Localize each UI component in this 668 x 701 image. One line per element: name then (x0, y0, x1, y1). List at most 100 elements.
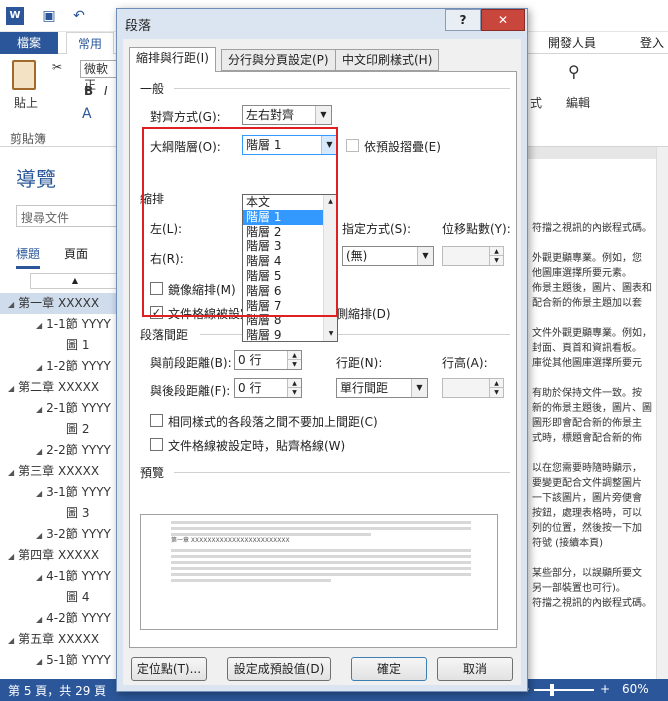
save-icon[interactable]: ▣ (40, 7, 58, 25)
line-spacing-select[interactable]: 單行間距 ▼ (336, 378, 428, 398)
ok-button[interactable]: 確定 (351, 657, 427, 681)
nav-heading-item[interactable]: ◢ 第四章 XXXXX (0, 545, 118, 566)
spin-down-icon[interactable]: ▼ (287, 360, 301, 369)
nav-heading-item[interactable]: 圖 1 (0, 335, 118, 356)
zoom-in-icon[interactable]: + (600, 682, 610, 696)
expand-triangle-icon[interactable]: ◢ (36, 321, 42, 330)
expand-triangle-icon[interactable]: ◢ (36, 405, 42, 414)
chevron-down-icon[interactable]: ▼ (321, 136, 337, 154)
document-page[interactable]: 符擋之視訊的內嵌程式碼。 外觀更顯專業。例如，您 他圖庫選擇所要元素。 佈景主題後，圖… (526, 159, 668, 679)
tab-home[interactable]: 常用 (66, 32, 114, 55)
alignment-select[interactable]: 左右對齊 ▼ (242, 105, 332, 125)
nav-heading-item[interactable]: ◢ 2-2節 YYYY (0, 440, 118, 461)
line-spacing-at-spinner[interactable]: ▲ ▼ (442, 378, 504, 398)
expand-triangle-icon[interactable]: ◢ (8, 636, 14, 645)
zoom-slider-thumb[interactable] (550, 684, 554, 696)
expand-triangle-icon[interactable]: ◢ (36, 531, 42, 540)
nav-heading-item[interactable]: ◢ 3-1節 YYYY (0, 482, 118, 503)
set-default-button[interactable]: 設定成預設值(D) (227, 657, 331, 681)
tab-developer[interactable]: 開發人員 (548, 32, 596, 54)
expand-triangle-icon[interactable]: ◢ (36, 657, 42, 666)
scroll-down-icon[interactable]: ▼ (324, 327, 338, 341)
spin-up-icon[interactable]: ▲ (489, 379, 503, 388)
collapse-default-checkbox[interactable] (346, 139, 359, 152)
nav-heading-item[interactable]: ◢ 第五章 XXXXX (0, 629, 118, 650)
scroll-up-icon[interactable]: ▲ (324, 195, 337, 209)
expand-triangle-icon[interactable]: ◢ (36, 573, 42, 582)
binoculars-icon[interactable]: ⚲ (568, 62, 580, 81)
nav-tab-headings[interactable]: 標題 (16, 245, 41, 269)
expand-triangle-icon[interactable]: ◢ (36, 489, 42, 498)
tab-line-page-breaks[interactable]: 分行與分頁設定(P) (221, 49, 336, 71)
undo-icon[interactable]: ↶ (70, 7, 88, 25)
nav-heading-item[interactable]: ◢ 2-1節 YYYY (0, 398, 118, 419)
edit-group-label[interactable]: 編輯 (566, 94, 590, 111)
expand-triangle-icon[interactable]: ◢ (8, 468, 14, 477)
bold-icon[interactable]: B (84, 84, 93, 98)
page-count-status[interactable]: 第 5 頁，共 29 頁 (8, 682, 106, 699)
expand-triangle-icon[interactable]: ◢ (36, 363, 42, 372)
paste-label[interactable]: 貼上 (14, 94, 38, 111)
nav-heading-item[interactable]: ◢ 第二章 XXXXX (0, 377, 118, 398)
spin-up-icon[interactable]: ▲ (489, 247, 503, 256)
tab-asian-typography[interactable]: 中文印刷樣式(H) (335, 49, 440, 71)
paste-icon[interactable] (12, 60, 36, 90)
chevron-down-icon[interactable]: ▼ (411, 379, 427, 397)
document-scrollbar[interactable] (656, 147, 668, 679)
nav-heading-item[interactable]: ◢ 3-2節 YYYY (0, 524, 118, 545)
collapse-default-label[interactable]: 依預設摺疊(E) (364, 138, 441, 155)
nav-heading-item[interactable]: 圖 4 (0, 587, 118, 608)
nav-scroll-up-icon[interactable]: ▲ (30, 273, 120, 289)
space-before-spinner[interactable]: 0 行 ▲ ▼ (234, 350, 302, 370)
mirror-indent-checkbox[interactable] (150, 282, 163, 295)
text-effects-icon[interactable]: A (82, 106, 92, 122)
expand-triangle-icon[interactable]: ◢ (36, 447, 42, 456)
cut-icon[interactable]: ✂ (52, 60, 62, 74)
dropdown-scrollbar[interactable]: ▲ ▼ (323, 195, 337, 341)
chevron-down-icon[interactable]: ▼ (315, 106, 331, 124)
zoom-level[interactable]: 60% (622, 682, 649, 696)
italic-icon[interactable]: I (104, 84, 108, 98)
font-name-box[interactable]: 微軟正 (80, 60, 120, 92)
outline-level-select[interactable]: 階層 1 ▼ (242, 135, 338, 155)
outline-level-dropdown[interactable]: 本文 階層 1 階層 2 階層 3 階層 4 階層 5 階層 6 階層 7 階層 8 階層 9 ▲… (242, 194, 338, 342)
indent-by-spinner[interactable]: ▲ ▼ (442, 246, 504, 266)
cancel-button[interactable]: 取消 (437, 657, 513, 681)
expand-triangle-icon[interactable]: ◢ (8, 300, 14, 309)
nav-heading-item[interactable]: 圖 2 (0, 419, 118, 440)
help-button[interactable]: ? (445, 9, 481, 31)
expand-triangle-icon[interactable]: ◢ (8, 552, 14, 561)
styles-label[interactable]: 式 (530, 94, 542, 111)
tab-file[interactable]: 檔案 (0, 32, 58, 54)
chevron-down-icon[interactable]: ▼ (417, 247, 433, 265)
close-button[interactable]: ✕ (481, 9, 525, 31)
special-indent-select[interactable]: (無) ▼ (342, 246, 434, 266)
snap-to-grid-label[interactable]: 文件格線被設定時，貼齊格線(W) (168, 437, 345, 454)
auto-adjust-checkbox[interactable]: ✓ (150, 306, 163, 319)
nav-tab-pages[interactable]: 頁面 (64, 245, 88, 262)
spin-down-icon[interactable]: ▼ (489, 256, 503, 265)
nav-heading-item[interactable]: 圖 3 (0, 503, 118, 524)
nav-heading-item[interactable]: ◢ 第一章 XXXXX (0, 293, 118, 314)
spin-down-icon[interactable]: ▼ (287, 388, 301, 397)
nav-heading-item[interactable]: ◢ 5-1節 YYYY (0, 650, 118, 671)
mirror-indent-label[interactable]: 鏡像縮排(M) (168, 281, 236, 298)
space-after-spinner[interactable]: 0 行 ▲ ▼ (234, 378, 302, 398)
nav-heading-item[interactable]: ◢ 第三章 XXXXX (0, 461, 118, 482)
no-space-same-style-label[interactable]: 相同樣式的各段落之間不要加上間距(C) (168, 413, 378, 430)
no-space-same-style-checkbox[interactable] (150, 414, 163, 427)
expand-triangle-icon[interactable]: ◢ (36, 615, 42, 624)
spin-up-icon[interactable]: ▲ (287, 379, 301, 388)
tabs-button[interactable]: 定位點(T)... (131, 657, 207, 681)
nav-heading-item[interactable]: ◢ 4-1節 YYYY (0, 566, 118, 587)
sign-in-link[interactable]: 登入 (640, 32, 664, 54)
nav-heading-item[interactable]: ◢ 1-1節 YYYY (0, 314, 118, 335)
spin-down-icon[interactable]: ▼ (489, 388, 503, 397)
snap-to-grid-checkbox[interactable] (150, 438, 163, 451)
spin-up-icon[interactable]: ▲ (287, 351, 301, 360)
zoom-slider[interactable] (534, 689, 594, 691)
nav-heading-item[interactable]: ◢ 4-2節 YYYY (0, 608, 118, 629)
tab-indents-spacing[interactable]: 縮排與行距(I) (129, 47, 216, 72)
expand-triangle-icon[interactable]: ◢ (8, 384, 14, 393)
nav-search-input[interactable]: 搜尋文件 (16, 205, 120, 227)
